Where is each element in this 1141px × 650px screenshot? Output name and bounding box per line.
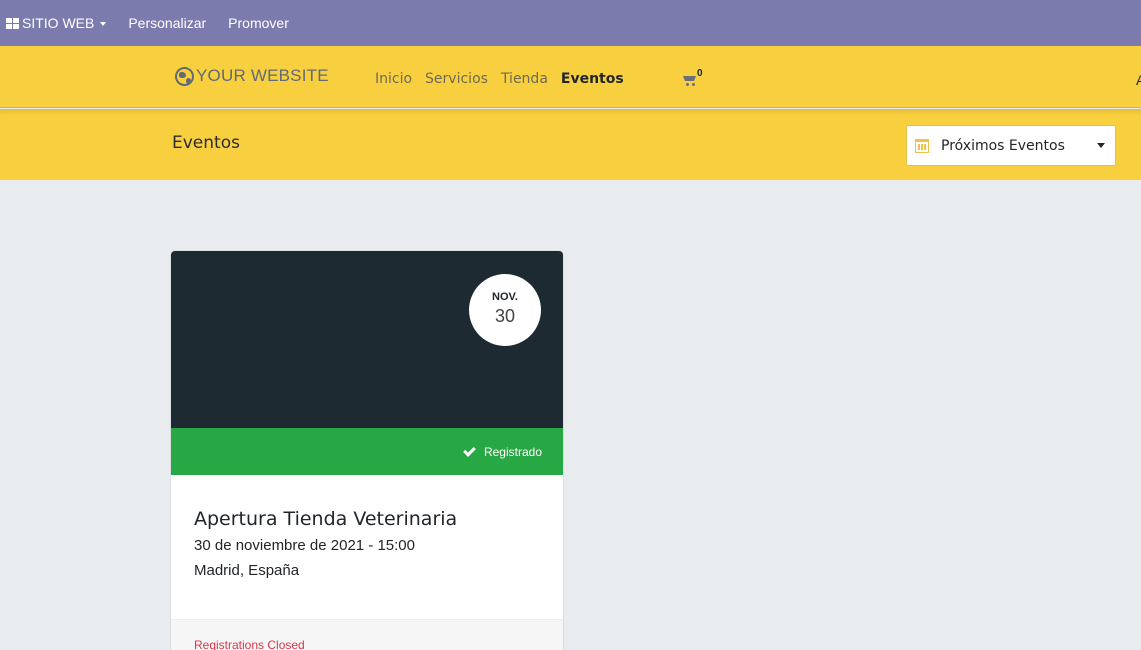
page-title-bar: Eventos Próximos Eventos bbox=[0, 109, 1141, 180]
promote-link[interactable]: Promover bbox=[228, 15, 289, 31]
event-card-footer: Registrations Closed bbox=[171, 619, 563, 650]
page-title: Eventos bbox=[172, 133, 240, 153]
apps-menu-label: SITIO WEB bbox=[22, 15, 95, 31]
event-day: 30 bbox=[494, 306, 516, 326]
events-filter-dropdown[interactable]: Próximos Eventos bbox=[906, 125, 1116, 166]
event-month: NOV. bbox=[492, 291, 518, 303]
cart-link[interactable]: 0 bbox=[683, 68, 703, 88]
registrations-closed-label: Registrations Closed bbox=[194, 638, 305, 650]
apps-grid-icon bbox=[6, 17, 19, 29]
check-icon bbox=[463, 443, 476, 457]
event-location: Madrid, España bbox=[194, 562, 300, 579]
nav-item-servicios[interactable]: Servicios bbox=[425, 71, 488, 87]
apps-menu-button[interactable]: SITIO WEB bbox=[0, 15, 107, 31]
event-card[interactable]: NOV. 30 Registrado Apertura Tienda Veter… bbox=[171, 251, 563, 650]
registered-status-bar: Registrado bbox=[171, 428, 563, 475]
filter-selected-value: Próximos Eventos bbox=[941, 137, 1065, 154]
nav-item-eventos[interactable]: Eventos bbox=[561, 71, 624, 87]
admin-bar: SITIO WEB Personalizar Promover bbox=[0, 0, 1141, 46]
site-logo[interactable]: YOUR WEBSITE bbox=[175, 66, 329, 86]
cart-count-badge: 0 bbox=[697, 68, 703, 79]
cart-icon bbox=[683, 76, 697, 88]
nav-item-inicio[interactable]: Inicio bbox=[375, 71, 412, 87]
event-cover-image: NOV. 30 bbox=[171, 251, 563, 428]
nav-item-tienda[interactable]: Tienda bbox=[501, 71, 548, 87]
site-header: YOUR WEBSITE Inicio Servicios Tienda Eve… bbox=[0, 46, 1141, 108]
caret-down-icon bbox=[100, 21, 107, 26]
event-title[interactable]: Apertura Tienda Veterinaria bbox=[194, 508, 457, 530]
globe-icon bbox=[175, 66, 194, 86]
event-datetime: 30 de noviembre de 2021 - 15:00 bbox=[194, 537, 415, 554]
logo-text: YOUR WEBSITE bbox=[196, 66, 329, 85]
event-details: Apertura Tienda Veterinaria 30 de noviem… bbox=[194, 508, 457, 579]
sign-in-link[interactable]: A bbox=[1136, 72, 1141, 88]
customize-link[interactable]: Personalizar bbox=[128, 15, 206, 31]
calendar-icon bbox=[915, 138, 929, 153]
registered-label: Registrado bbox=[483, 444, 542, 459]
event-date-badge: NOV. 30 bbox=[469, 274, 541, 346]
main-nav: Inicio Servicios Tienda Eventos bbox=[375, 71, 637, 87]
chevron-down-icon bbox=[1097, 143, 1105, 148]
